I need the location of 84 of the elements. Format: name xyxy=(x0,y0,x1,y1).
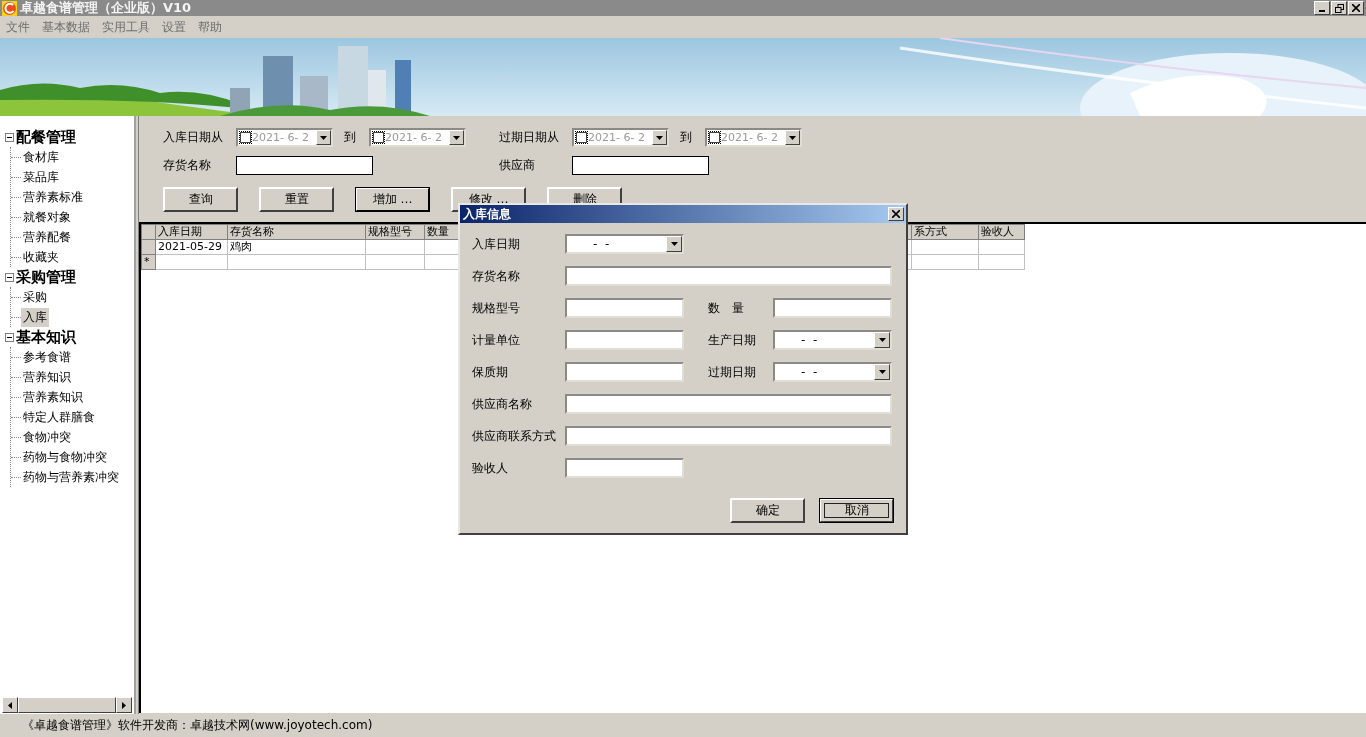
close-button[interactable] xyxy=(1348,1,1364,15)
tree-item[interactable]: 就餐对象 xyxy=(21,207,73,227)
menu-item[interactable]: 实用工具 xyxy=(102,18,150,36)
column-header[interactable]: 验收人 xyxy=(978,224,1025,240)
left-arrow-icon[interactable] xyxy=(8,701,12,709)
tree-item[interactable]: 药物与营养素冲突 xyxy=(21,467,121,487)
dropdown-arrow-icon xyxy=(878,338,886,342)
input-field[interactable] xyxy=(572,156,709,175)
checkbox[interactable] xyxy=(576,132,587,143)
tree-item[interactable]: 收藏夹 xyxy=(21,247,61,267)
dropdown-arrow-icon xyxy=(670,242,678,246)
checkbox[interactable] xyxy=(373,132,384,143)
checkbox[interactable] xyxy=(240,132,251,143)
checkbox[interactable] xyxy=(709,132,720,143)
tree-item[interactable]: 菜品库 xyxy=(21,167,61,187)
field-label: 验收人 xyxy=(472,459,509,477)
date-picker[interactable]: - - xyxy=(773,330,892,350)
dropdown-arrow-icon xyxy=(789,135,796,140)
column-header[interactable]: 入库日期 xyxy=(155,224,228,240)
date-picker[interactable]: - - xyxy=(565,234,684,254)
column-header[interactable]: 存货名称 xyxy=(227,224,366,240)
restore-button[interactable] xyxy=(1331,1,1347,15)
dialog-button[interactable]: 取消 xyxy=(819,498,894,523)
menu-item[interactable]: 文件 xyxy=(6,18,30,36)
minimize-button[interactable] xyxy=(1314,1,1330,15)
input-field[interactable] xyxy=(236,156,373,175)
collapse-icon[interactable] xyxy=(5,272,14,282)
field-label: 规格型号 xyxy=(472,299,521,317)
close-button[interactable] xyxy=(888,207,904,221)
status-text: 《卓越食谱管理》软件开发商：卓越技术网(www.joyotech.com) xyxy=(22,717,373,734)
field-label: 供应商名称 xyxy=(472,395,533,413)
scrollbar[interactable] xyxy=(2,697,132,713)
restore-icon xyxy=(1334,3,1344,13)
field-label: 数 量 xyxy=(708,299,745,317)
to-label: 到 xyxy=(679,129,693,146)
tree-group[interactable]: 采购管理 xyxy=(16,267,76,287)
close-icon xyxy=(1352,4,1360,12)
filter-label: 供应商 xyxy=(499,157,536,174)
filter-label: 存货名称 xyxy=(163,157,212,174)
date-picker[interactable]: - - xyxy=(773,362,892,382)
field-label: 过期日期 xyxy=(708,363,757,381)
window-title: 卓越食谱管理（企业版）V10 xyxy=(20,0,192,17)
dropdown-arrow-icon xyxy=(320,135,327,140)
dropdown-arrow-icon xyxy=(878,370,886,374)
field-label: 供应商联系方式 xyxy=(472,427,557,445)
tree-group[interactable]: 配餐管理 xyxy=(16,127,76,147)
tree-item[interactable]: 药物与食物冲突 xyxy=(21,447,109,467)
action-button[interactable]: 查询 xyxy=(163,187,238,212)
action-button[interactable]: 增加 … xyxy=(355,187,430,212)
tree-item[interactable]: 采购 xyxy=(21,287,49,307)
filter-label: 入库日期从 xyxy=(163,129,224,146)
tree-group[interactable]: 基本知识 xyxy=(16,327,76,347)
menu-item[interactable]: 帮助 xyxy=(198,18,222,36)
collapse-icon[interactable] xyxy=(5,332,14,342)
tree-item[interactable]: 营养素标准 xyxy=(21,187,85,207)
field-label: 保质期 xyxy=(472,363,509,381)
column-header[interactable]: 系方式 xyxy=(911,224,979,240)
tree-item[interactable]: 营养知识 xyxy=(21,367,73,387)
field-label: 生产日期 xyxy=(708,331,757,349)
tree-item[interactable]: 食材库 xyxy=(21,147,61,167)
dropdown-arrow-icon xyxy=(453,135,460,140)
menu-item[interactable]: 基本数据 xyxy=(42,18,90,36)
dropdown-arrow-icon xyxy=(656,135,663,140)
tree-item[interactable]: 食物冲突 xyxy=(21,427,73,447)
close-icon xyxy=(892,210,900,218)
tree-item[interactable]: 特定人群膳食 xyxy=(21,407,97,427)
right-arrow-icon[interactable] xyxy=(122,701,126,709)
filter-label: 过期日期从 xyxy=(499,129,560,146)
tree-item[interactable]: 入库 xyxy=(21,307,49,327)
action-button[interactable]: 重置 xyxy=(259,187,334,212)
dialog-button[interactable]: 确定 xyxy=(730,498,805,523)
field-label: 计量单位 xyxy=(472,331,521,349)
tree-item[interactable]: 参考食谱 xyxy=(21,347,73,367)
app-logo-icon xyxy=(2,0,17,16)
field-label: 存货名称 xyxy=(472,267,521,285)
collapse-icon[interactable] xyxy=(5,132,14,142)
tree-item[interactable]: 营养素知识 xyxy=(21,387,85,407)
to-label: 到 xyxy=(343,129,357,146)
table-cell: 2021-05-29 xyxy=(155,239,228,255)
menu-item[interactable]: 设置 xyxy=(162,18,186,36)
field-label: 入库日期 xyxy=(472,235,521,253)
column-header[interactable]: 规格型号 xyxy=(365,224,425,240)
tree-item[interactable]: 营养配餐 xyxy=(21,227,73,247)
table-cell: 鸡肉 xyxy=(227,239,366,255)
